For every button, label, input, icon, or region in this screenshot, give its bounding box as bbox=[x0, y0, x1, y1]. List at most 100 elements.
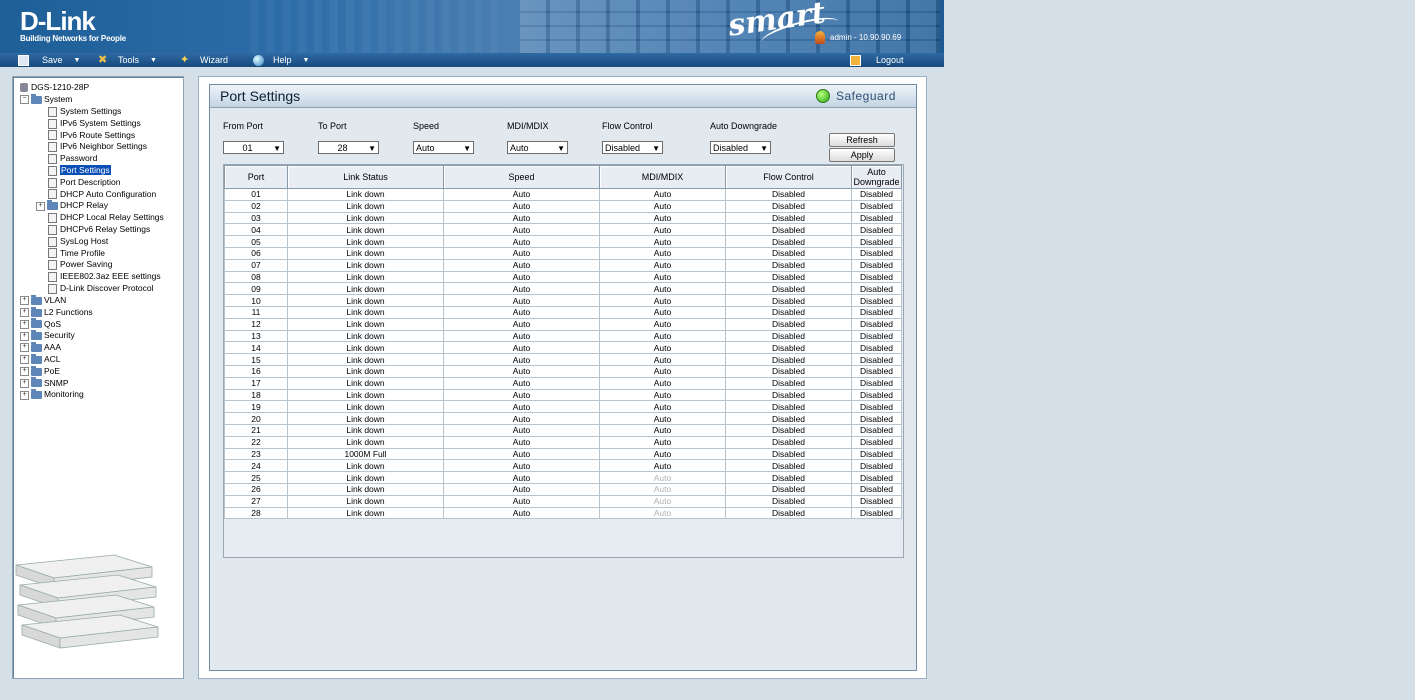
cell-auto-downgrade: Disabled bbox=[851, 211, 902, 225]
table-row: 24 Link down Auto Auto Disabled Disabled bbox=[224, 459, 902, 473]
logout-button[interactable]: Logout bbox=[850, 53, 904, 67]
expand-icon[interactable]: + bbox=[36, 201, 45, 211]
auto-downgrade-select[interactable]: Disabled ▼ bbox=[710, 141, 771, 154]
tools-menu[interactable]: ✖ Tools ▼ bbox=[98, 53, 157, 67]
cell-speed: Auto bbox=[443, 317, 600, 331]
tree-item-port-description-label: Port Description bbox=[60, 176, 121, 187]
page-icon bbox=[48, 260, 57, 271]
wizard-button[interactable]: ✦ Wizard bbox=[180, 53, 228, 67]
expand-icon[interactable]: + bbox=[20, 308, 29, 318]
tree-folder-poe[interactable]: + PoE bbox=[20, 365, 60, 377]
tree-folder-qos[interactable]: + QoS bbox=[20, 318, 61, 330]
tree-item-dhcp-local-relay-settings[interactable]: DHCP Local Relay Settings bbox=[48, 212, 164, 223]
cell-auto-downgrade: Disabled bbox=[851, 412, 902, 425]
expand-icon[interactable]: + bbox=[20, 355, 29, 365]
refresh-button[interactable]: Refresh bbox=[829, 133, 895, 147]
expand-icon[interactable]: + bbox=[20, 343, 29, 353]
tree-item-d-link-discover-protocol[interactable]: D-Link Discover Protocol bbox=[48, 283, 154, 294]
user-info: admin - 10.90.90.69 bbox=[815, 31, 901, 44]
cell-flow-control: Disabled bbox=[725, 506, 852, 520]
tree-item-dhcpv6-relay-settings-label: DHCPv6 Relay Settings bbox=[60, 224, 151, 234]
cell-link-status: Link down bbox=[287, 388, 444, 402]
chevron-down-icon: ▼ bbox=[463, 144, 471, 153]
tree-item-power-saving[interactable]: Power Saving bbox=[48, 259, 112, 271]
cell-flow-control: Disabled bbox=[725, 423, 852, 437]
table-row: 15 Link down Auto Auto Disabled Disabled bbox=[224, 353, 902, 366]
cell-link-status: Link down bbox=[287, 506, 444, 520]
tree-item-port-description[interactable]: Port Description bbox=[48, 177, 120, 188]
expand-icon[interactable]: + bbox=[20, 367, 29, 377]
cell-flow-control: Disabled bbox=[725, 353, 852, 366]
cell-port: 05 bbox=[224, 235, 288, 248]
tree-item-ieee802-3az-eee-settings-label: IEEE802.3az EEE settings bbox=[60, 271, 161, 282]
table-row: 09 Link down Auto Auto Disabled Disabled bbox=[224, 282, 902, 296]
tree-item-syslog-host[interactable]: SysLog Host bbox=[48, 236, 108, 247]
collapse-icon[interactable]: − bbox=[20, 95, 29, 105]
tree-folder-security[interactable]: + Security bbox=[20, 330, 75, 341]
tree-device-root[interactable]: DGS-1210-28P bbox=[20, 82, 89, 93]
cell-auto-downgrade: Disabled bbox=[851, 388, 902, 402]
cell-flow-control: Disabled bbox=[725, 400, 852, 414]
cell-port: 16 bbox=[224, 364, 288, 378]
expand-icon[interactable]: + bbox=[20, 378, 29, 388]
tree-folder-acl[interactable]: + ACL bbox=[20, 353, 61, 365]
tree-item-ieee802-3az-eee-settings[interactable]: IEEE802.3az EEE settings bbox=[48, 271, 161, 282]
expand-icon[interactable]: + bbox=[20, 331, 29, 341]
expand-icon[interactable]: + bbox=[20, 390, 29, 400]
table-row: 18 Link down Auto Auto Disabled Disabled bbox=[224, 388, 902, 402]
tree-item-dhcp-relay[interactable]: + DHCP Relay bbox=[36, 200, 108, 211]
cell-auto-downgrade: Disabled bbox=[851, 329, 902, 343]
expand-icon[interactable]: + bbox=[20, 319, 29, 329]
help-menu[interactable]: Help ▼ bbox=[253, 53, 309, 67]
tree-item-time-profile[interactable]: Time Profile bbox=[48, 248, 105, 259]
expand-icon[interactable]: + bbox=[20, 296, 29, 306]
mdi-mdix-select[interactable]: Auto ▼ bbox=[507, 141, 568, 154]
cell-flow-control: Disabled bbox=[725, 364, 852, 378]
cell-link-status: Link down bbox=[287, 317, 444, 331]
tree-item-ipv6-neighbor-settings[interactable]: IPv6 Neighbor Settings bbox=[48, 141, 147, 153]
cell-port: 02 bbox=[224, 199, 288, 213]
tree-item-ipv6-route-settings[interactable]: IPv6 Route Settings bbox=[48, 130, 135, 141]
table-row: 01 Link down Auto Auto Disabled Disabled bbox=[224, 188, 902, 201]
tree-folder-monitoring[interactable]: + Monitoring bbox=[20, 389, 84, 400]
tree-item-dhcpv6-relay-settings[interactable]: DHCPv6 Relay Settings bbox=[48, 224, 150, 235]
column-header-speed: Speed bbox=[443, 165, 600, 189]
page-icon bbox=[48, 212, 57, 223]
tree-item-system-settings[interactable]: System Settings bbox=[48, 106, 121, 117]
speed-select[interactable]: Auto ▼ bbox=[413, 141, 474, 154]
cell-speed: Auto bbox=[443, 400, 600, 414]
tree-folder-aaa[interactable]: + AAA bbox=[20, 341, 61, 353]
from-port-value: 01 bbox=[242, 143, 253, 153]
tree-item-ipv6-system-settings[interactable]: IPv6 System Settings bbox=[48, 118, 141, 129]
tree-folder-snmp[interactable]: + SNMP bbox=[20, 377, 69, 389]
speed-value: Auto bbox=[416, 143, 435, 153]
page-title: Port Settings bbox=[220, 88, 301, 104]
tree-item-port-settings[interactable]: Port Settings bbox=[48, 165, 111, 176]
apply-button[interactable]: Apply bbox=[829, 148, 895, 162]
cell-flow-control: Disabled bbox=[725, 188, 852, 201]
table-row: 10 Link down Auto Auto Disabled Disabled bbox=[224, 294, 902, 307]
cell-mdi-mdix: Auto bbox=[599, 341, 726, 355]
tree-folder-system[interactable]: − System bbox=[20, 93, 72, 105]
cell-mdi-mdix: Auto bbox=[599, 435, 726, 449]
cell-link-status: Link down bbox=[287, 235, 444, 248]
from-port-select[interactable]: 01 ▼ bbox=[223, 141, 284, 154]
tree-folder-vlan[interactable]: + VLAN bbox=[20, 294, 66, 306]
table-row: 03 Link down Auto Auto Disabled Disabled bbox=[224, 211, 902, 225]
tree-item-system-settings-label: System Settings bbox=[60, 106, 122, 116]
wizard-label: Wizard bbox=[200, 55, 229, 65]
cell-port: 17 bbox=[224, 376, 288, 390]
to-port-select[interactable]: 28 ▼ bbox=[318, 141, 379, 154]
cell-speed: Auto bbox=[443, 223, 600, 237]
save-menu[interactable]: Save ▼ bbox=[18, 53, 80, 67]
tree-item-password[interactable]: Password bbox=[48, 153, 97, 164]
tree-item-time-profile-label: Time Profile bbox=[60, 247, 106, 258]
table-row: 26 Link down Auto Auto Disabled Disabled bbox=[224, 482, 902, 496]
flow-control-select[interactable]: Disabled ▼ bbox=[602, 141, 663, 154]
cell-port: 07 bbox=[224, 258, 288, 272]
tree-item-dhcp-auto-configuration[interactable]: DHCP Auto Configuration bbox=[48, 189, 156, 200]
tree-folder-l2-functions[interactable]: + L2 Functions bbox=[20, 306, 93, 318]
cell-speed: Auto bbox=[443, 294, 600, 307]
tree-item-syslog-host-label: SysLog Host bbox=[60, 235, 109, 246]
brand-tagline: Building Networks for People bbox=[20, 34, 126, 43]
